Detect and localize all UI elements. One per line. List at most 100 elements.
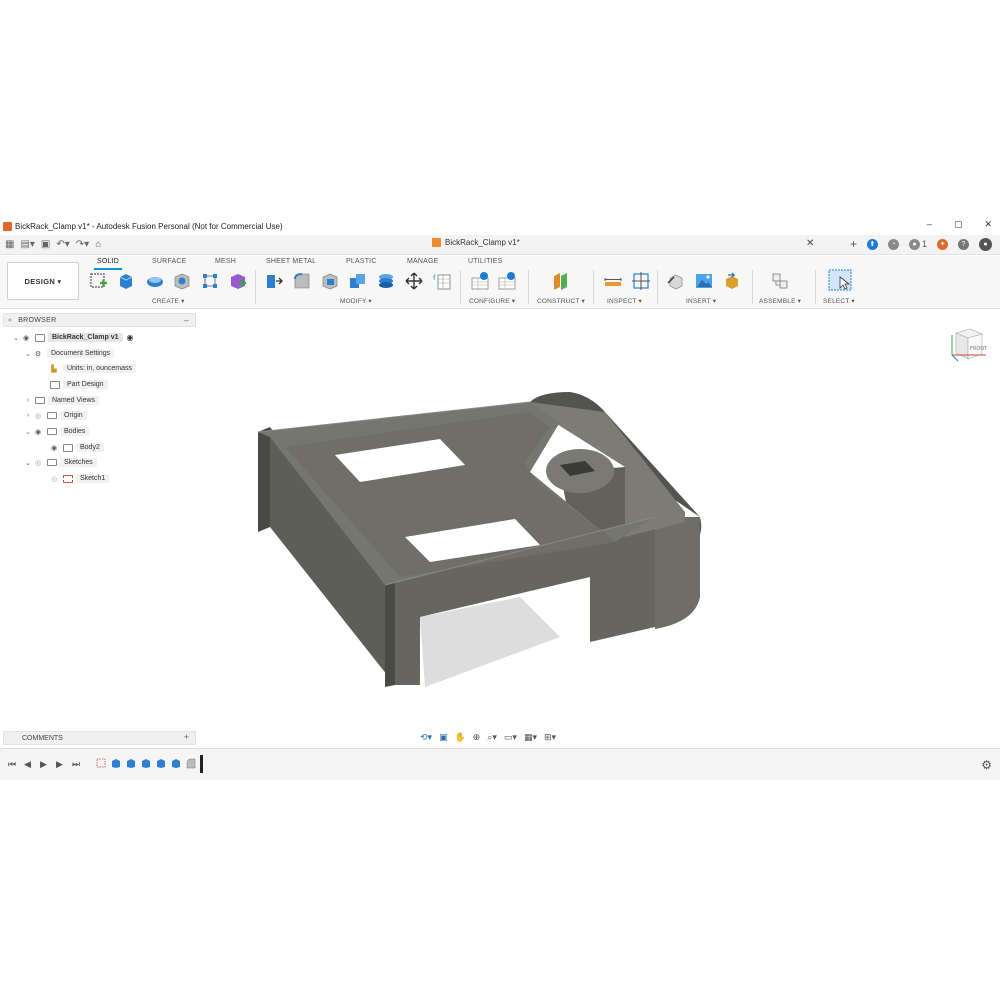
activate-radio-icon[interactable]: ◉ bbox=[127, 333, 134, 342]
zoom-icon[interactable]: ⊕ bbox=[473, 732, 481, 743]
orbit-icon[interactable]: ⟲▾ bbox=[420, 732, 432, 743]
tab-plastic[interactable]: PLASTIC bbox=[346, 258, 377, 265]
close-window-button[interactable]: ✕ bbox=[984, 219, 992, 230]
eye-hidden-icon[interactable]: ◎ bbox=[32, 459, 44, 467]
timeline-extrude-feature-icon[interactable] bbox=[171, 758, 181, 769]
pattern-icon[interactable] bbox=[200, 271, 220, 291]
workspace-selector[interactable]: DESIGN ▾ bbox=[7, 262, 79, 300]
play-icon[interactable]: ▶ bbox=[40, 759, 47, 770]
eye-hidden-icon[interactable]: ◎ bbox=[48, 475, 60, 483]
create-sketch-icon[interactable] bbox=[89, 271, 109, 291]
file-menu-icon[interactable]: ▤▾ bbox=[20, 239, 34, 250]
tree-row-body2[interactable]: ◉ Body2 bbox=[48, 442, 104, 453]
configure-table-icon[interactable] bbox=[470, 271, 490, 291]
clamp-3d-model[interactable] bbox=[230, 367, 710, 697]
redo-icon[interactable]: ↷▾ bbox=[76, 239, 89, 250]
move-icon[interactable] bbox=[404, 271, 424, 291]
help-icon[interactable]: ? bbox=[958, 238, 969, 250]
tree-row-document-settings[interactable]: ⌄ ⚙ Document Settings bbox=[24, 348, 115, 359]
job-status-icon[interactable]: ◔ bbox=[887, 238, 899, 250]
add-comment-button[interactable]: + bbox=[184, 732, 189, 742]
create-form-icon[interactable] bbox=[228, 271, 248, 291]
press-pull-icon[interactable] bbox=[264, 271, 284, 291]
timeline-extrude-feature-icon[interactable] bbox=[156, 758, 166, 769]
chevron-down-icon[interactable]: ⌄ bbox=[24, 459, 32, 467]
insert-derive-icon[interactable] bbox=[666, 271, 686, 291]
step-back-icon[interactable]: ◀ bbox=[24, 759, 31, 770]
eye-icon[interactable]: ◉ bbox=[32, 428, 44, 436]
display-settings-icon[interactable]: ▭▾ bbox=[504, 732, 517, 743]
avatar[interactable]: ● bbox=[979, 237, 992, 251]
save-icon[interactable]: ▣ bbox=[41, 239, 50, 250]
look-at-icon[interactable]: ▣ bbox=[439, 732, 448, 743]
select-group-label[interactable]: SELECT ▾ bbox=[823, 297, 855, 305]
grid-settings-icon[interactable]: ▦▾ bbox=[524, 732, 537, 743]
revolve-icon[interactable] bbox=[145, 271, 165, 291]
tree-row-bodies[interactable]: ⌄ ◉ Bodies bbox=[24, 426, 90, 437]
tab-manage[interactable]: MANAGE bbox=[407, 258, 439, 265]
insert-mcmaster-icon[interactable] bbox=[722, 271, 742, 291]
tab-utilities[interactable]: UTILITIES bbox=[468, 258, 502, 265]
change-parameters-icon[interactable]: f bbox=[432, 271, 452, 291]
insert-canvas-icon[interactable] bbox=[694, 271, 714, 291]
go-to-end-icon[interactable]: ⏭ bbox=[72, 759, 80, 770]
timeline-marker[interactable] bbox=[200, 755, 203, 773]
undo-icon[interactable]: ↶▾ bbox=[56, 239, 69, 250]
app-grid-icon[interactable]: ▦ bbox=[5, 239, 14, 250]
tab-solid[interactable]: SOLID bbox=[93, 258, 123, 270]
modify-group-label[interactable]: MODIFY ▾ bbox=[340, 297, 372, 305]
comments-panel-header[interactable]: COMMENTS + bbox=[3, 731, 196, 745]
fillet-icon[interactable] bbox=[292, 271, 312, 291]
shell-icon[interactable] bbox=[320, 271, 340, 291]
zoom-window-icon[interactable]: ⌕▾ bbox=[487, 732, 497, 743]
chevron-down-icon[interactable]: ⌄ bbox=[24, 350, 32, 358]
select-icon[interactable] bbox=[828, 269, 852, 291]
pan-icon[interactable]: ✋ bbox=[455, 732, 466, 743]
tree-row-root[interactable]: ⌄ ◉ BickRack_Clamp v1 ◉ bbox=[12, 332, 134, 343]
configure-group-label[interactable]: CONFIGURE ▾ bbox=[469, 297, 515, 305]
replace-face-icon[interactable] bbox=[376, 271, 396, 291]
offset-plane-icon[interactable] bbox=[551, 271, 571, 291]
tab-sheet-metal[interactable]: SHEET METAL bbox=[266, 258, 316, 265]
browser-minimize-button[interactable]: – bbox=[184, 315, 189, 325]
community-icon[interactable]: ✦ bbox=[937, 238, 948, 250]
insert-group-label[interactable]: INSERT ▾ bbox=[686, 297, 716, 305]
minimize-button[interactable]: – bbox=[927, 219, 932, 230]
extensions-icon[interactable]: ⬆ bbox=[866, 238, 878, 250]
combine-icon[interactable] bbox=[348, 271, 368, 291]
collapse-arrows-icon[interactable]: « bbox=[8, 317, 12, 324]
chevron-right-icon[interactable]: › bbox=[24, 412, 32, 419]
eye-icon[interactable]: ◉ bbox=[48, 444, 60, 452]
assemble-group-label[interactable]: ASSEMBLE ▾ bbox=[759, 297, 801, 305]
chevron-right-icon[interactable]: › bbox=[24, 397, 32, 404]
eye-icon[interactable]: ◉ bbox=[20, 334, 32, 342]
timeline-settings-gear-icon[interactable]: ⚙ bbox=[981, 758, 992, 772]
tree-row-sketch1[interactable]: ◎ Sketch1 bbox=[48, 473, 110, 484]
tree-row-part-design[interactable]: Part Design bbox=[48, 379, 108, 390]
tab-surface[interactable]: SURFACE bbox=[152, 258, 186, 265]
timeline-sketch-feature-icon[interactable] bbox=[96, 758, 106, 769]
hole-icon[interactable] bbox=[172, 271, 192, 291]
extrude-icon[interactable] bbox=[116, 271, 136, 291]
tree-row-origin[interactable]: › ◎ Origin bbox=[24, 410, 87, 421]
home-icon[interactable]: ⌂ bbox=[95, 239, 101, 250]
section-analysis-icon[interactable] bbox=[631, 271, 651, 291]
timeline-extrude-feature-icon[interactable] bbox=[141, 758, 151, 769]
viewports-icon[interactable]: ⊞▾ bbox=[544, 732, 556, 743]
document-tab[interactable]: BickRack_Clamp v1* bbox=[432, 238, 520, 247]
measure-icon[interactable] bbox=[603, 271, 623, 291]
tree-row-sketches[interactable]: ⌄ ◎ Sketches bbox=[24, 457, 97, 468]
timeline-extrude-feature-icon[interactable] bbox=[126, 758, 136, 769]
tab-mesh[interactable]: MESH bbox=[215, 258, 236, 265]
step-forward-icon[interactable]: ▶ bbox=[56, 759, 63, 770]
new-component-icon[interactable] bbox=[770, 271, 790, 291]
inspect-group-label[interactable]: INSPECT ▾ bbox=[607, 297, 642, 305]
tree-row-named-views[interactable]: › Named Views bbox=[24, 395, 100, 406]
configure-rule-icon[interactable] bbox=[497, 271, 517, 291]
tree-row-units[interactable]: ▙ Units: in, ouncemass bbox=[48, 363, 136, 374]
notifications-button[interactable]: ● 1 bbox=[908, 238, 927, 250]
create-group-label[interactable]: CREATE ▾ bbox=[152, 297, 185, 305]
browser-panel-header[interactable]: « BROWSER – bbox=[3, 313, 196, 327]
close-tab-button[interactable]: ✕ bbox=[806, 238, 814, 249]
timeline-extrude-feature-icon[interactable] bbox=[111, 758, 121, 769]
